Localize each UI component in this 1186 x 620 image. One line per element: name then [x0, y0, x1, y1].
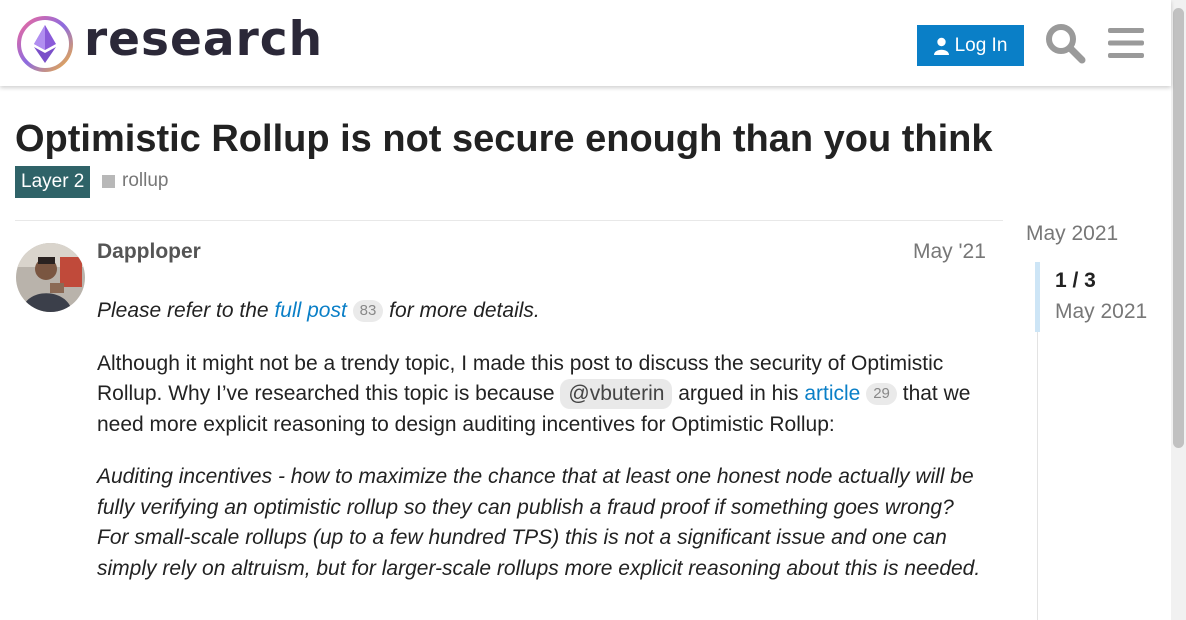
timeline-current-date: May 2021 — [1055, 300, 1148, 323]
category-badge[interactable]: Layer 2 — [15, 166, 91, 198]
timeline-scroller-handle[interactable] — [1035, 262, 1040, 332]
hamburger-menu-icon[interactable] — [1105, 22, 1147, 64]
tag-rollup[interactable]: rollup — [102, 168, 168, 194]
intro-text-before: Please refer to the — [97, 299, 275, 322]
page-scrollbar[interactable] — [1171, 0, 1186, 620]
site-header: research Log In — [0, 0, 1171, 86]
article-click-count: 29 — [866, 383, 897, 405]
full-post-link[interactable]: full post — [274, 299, 346, 322]
post-body: Please refer to the full post 83 for mor… — [97, 296, 987, 606]
scrollbar-thumb[interactable] — [1173, 8, 1184, 448]
post-username[interactable]: Dapploper — [97, 240, 201, 264]
post-paragraph-2: Although it might not be a trendy topic,… — [97, 349, 987, 441]
tag-square-icon — [102, 174, 115, 188]
avatar[interactable] — [16, 243, 85, 312]
user-icon — [933, 37, 949, 55]
post-intro-paragraph: Please refer to the full post 83 for mor… — [97, 296, 987, 327]
timeline-track[interactable] — [1037, 332, 1038, 620]
search-icon[interactable] — [1044, 22, 1086, 64]
p2-text-b: argued in his — [672, 382, 805, 405]
login-button[interactable]: Log In — [917, 25, 1024, 66]
tag-label: rollup — [122, 170, 169, 191]
post-quote-paragraph: Auditing incentives - how to maximize th… — [97, 465, 981, 580]
topic-divider — [15, 220, 1003, 221]
full-post-click-count: 83 — [352, 300, 384, 322]
login-label: Log In — [954, 34, 1008, 56]
ethereum-logo-icon[interactable] — [16, 15, 74, 73]
post-date[interactable]: May '21 — [913, 240, 986, 264]
intro-text-after: for more details. — [383, 299, 540, 322]
site-logo-text[interactable]: research — [84, 12, 323, 67]
topic-title[interactable]: Optimistic Rollup is not secure enough t… — [15, 118, 993, 161]
user-mention-vbuterin[interactable]: @vbuterin — [560, 379, 673, 409]
article-link[interactable]: article — [804, 382, 860, 405]
timeline-position: 1 / 3 — [1055, 269, 1096, 292]
timeline-start-date[interactable]: May 2021 — [1026, 222, 1118, 246]
